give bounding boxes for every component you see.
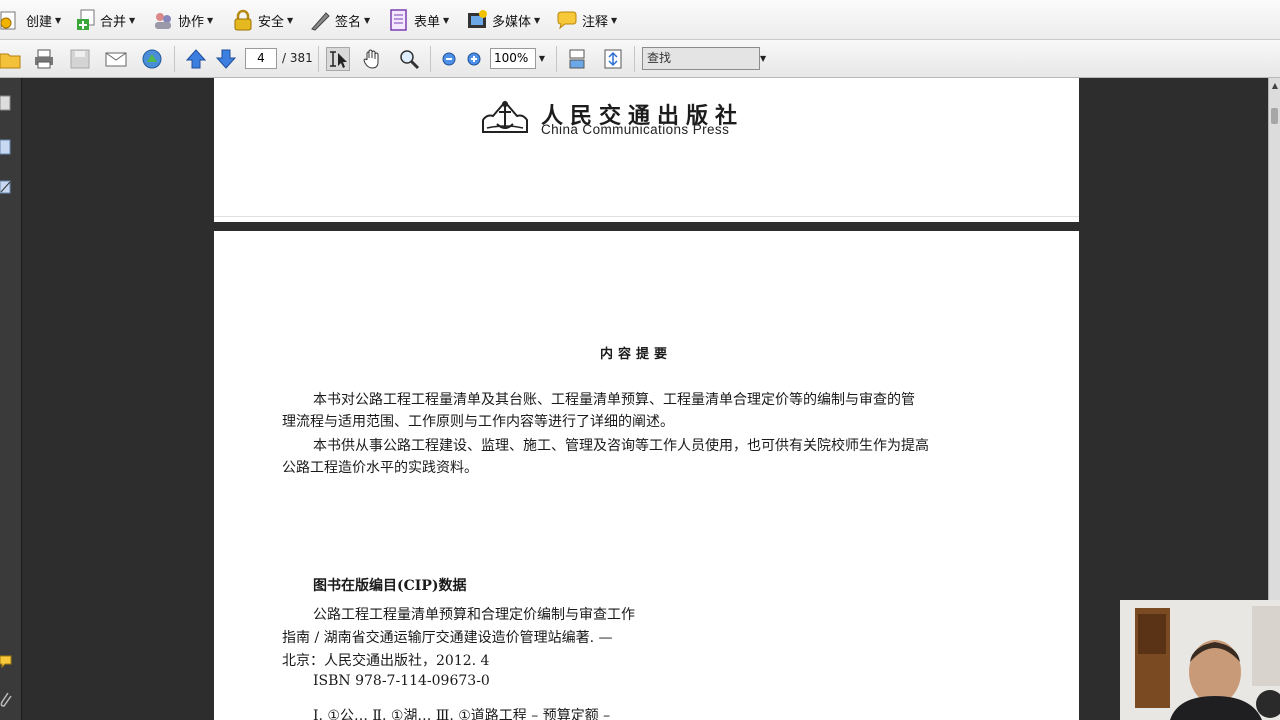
document-page: 人民交通出版社 China Communications Press [214,78,1079,222]
email-icon[interactable] [105,48,127,70]
menu-multimedia[interactable]: 多媒体 ▼ [466,6,540,34]
toolbar-separator [634,46,635,72]
collaborate-icon [152,9,174,31]
summary-heading: 内容提要 [600,347,673,362]
previous-page-icon[interactable] [185,48,207,70]
open-folder-icon[interactable] [0,48,22,70]
chevron-down-icon: ▼ [55,15,62,25]
scroll-up-icon[interactable]: ▲ [1269,80,1280,92]
isbn-line: ISBN 978-7-114-09673-0 [313,673,490,689]
navigation-toolbar: 4 / 381 100% ▼ 查找 ▼ [0,40,1280,78]
chevron-down-icon: ▼ [364,15,371,25]
pen-icon [309,9,331,31]
cip-line: Ⅰ. ①公… Ⅱ. ①湖… Ⅲ. ①道路工程 – 预算定额 – [313,708,611,720]
zoom-level-input[interactable]: 100% [490,48,536,69]
toolbar-separator [174,46,175,72]
summary-paragraph-line: 本书供从事公路工程建设、监理、施工、管理及咨询等工作人员使用，也可供有关院校师生… [313,438,929,454]
menu-combine[interactable]: 合并 ▼ [74,6,135,34]
signatures-panel-icon[interactable] [0,178,12,196]
left-navigation-panel [0,78,22,720]
form-icon [388,9,410,31]
chevron-down-icon: ▼ [287,15,294,25]
menu-sign[interactable]: 签名 ▼ [309,6,370,34]
find-input[interactable]: 查找 [642,47,760,70]
chevron-down-icon[interactable]: ▼ [536,48,548,69]
page-number-input[interactable]: 4 [245,48,277,69]
chevron-down-icon: ▼ [534,15,541,25]
hand-tool-icon[interactable] [361,48,383,70]
web-share-icon[interactable] [141,48,163,70]
print-icon[interactable] [33,48,55,70]
cip-heading: 图书在版编目(CIP)数据 [313,578,467,594]
next-page-icon[interactable] [215,48,237,70]
attachments-panel-icon[interactable] [0,138,12,156]
chevron-down-icon: ▼ [443,15,450,25]
pages-panel-icon[interactable] [0,94,12,112]
publisher-logo: 人民交通出版社 China Communications Press [479,94,769,140]
menu-comment-label: 注释 [582,14,609,30]
presenter-video-image [1120,600,1280,720]
comment-icon [556,9,578,31]
anchor-logo-icon [482,100,528,133]
page-edge-shadow [214,216,1079,217]
chevron-down-icon: ▼ [129,15,136,25]
document-page: 内容提要 本书对公路工程工程量清单及其台账、工程量清单预算、工程量清单合理定价等… [214,231,1079,720]
menu-form[interactable]: 表单 ▼ [388,6,449,34]
cip-line: 指南 / 湖南省交通运输厅交通建设造价管理站编著. — [282,630,613,646]
select-text-tool-icon[interactable] [326,47,350,71]
scrolling-mode-icon[interactable] [566,48,588,70]
menu-create-label: 创建 [26,14,53,30]
chevron-down-icon: ▼ [611,15,618,25]
chevron-down-icon: ▼ [207,15,214,25]
menu-security[interactable]: 安全 ▼ [232,6,293,34]
summary-paragraph-line: 本书对公路工程工程量清单及其台账、工程量清单预算、工程量清单合理定价等的编制与审… [313,392,915,408]
toolbar-separator [556,46,557,72]
lock-icon [232,9,254,31]
comment-panel-icon[interactable] [0,652,12,670]
menu-collaborate[interactable]: 协作 ▼ [152,6,213,34]
zoom-out-icon[interactable] [438,48,460,70]
paperclip-icon[interactable] [0,690,12,708]
toolbar-separator [318,46,319,72]
toolbar-separator [430,46,431,72]
scrollbar-thumb[interactable] [1271,108,1278,124]
zoom-in-icon[interactable] [463,48,485,70]
menu-multimedia-label: 多媒体 [492,14,532,30]
menu-form-label: 表单 [414,14,441,30]
page-total-label: / 381 [282,51,313,65]
menu-sign-label: 签名 [335,14,362,30]
menu-toolbar: 创建 ▼ 合并 ▼ 协作 ▼ 安全 ▼ 签名 ▼ 表单 ▼ 多媒体 ▼ 注释 ▼ [0,0,1280,40]
menu-collaborate-label: 协作 [178,14,205,30]
menu-comment[interactable]: 注释 ▼ [556,6,617,34]
menu-security-label: 安全 [258,14,285,30]
menu-combine-label: 合并 [100,14,127,30]
menu-create[interactable]: 创建 ▼ [0,6,61,34]
cip-line: 公路工程工程量清单预算和合理定价编制与审查工作 [313,607,635,623]
publisher-name-english: China Communications Press [541,122,730,137]
combine-icon [74,9,96,31]
marquee-zoom-icon[interactable] [398,48,420,70]
webcam-overlay [1120,600,1280,720]
cip-line: 北京：人民交通出版社，2012. 4 [282,653,490,669]
multimedia-icon [466,9,488,31]
document-view[interactable]: 人民交通出版社 China Communications Press 内容提要 … [23,78,1268,720]
save-icon[interactable] [69,48,91,70]
chevron-down-icon[interactable]: ▼ [760,47,770,70]
summary-paragraph-line: 理流程与适用范围、工作原则与工作内容等进行了详细的阐述。 [282,414,674,430]
fit-page-icon[interactable] [602,48,624,70]
create-icon [0,9,22,31]
summary-paragraph-line: 公路工程造价水平的实践资料。 [282,460,478,476]
